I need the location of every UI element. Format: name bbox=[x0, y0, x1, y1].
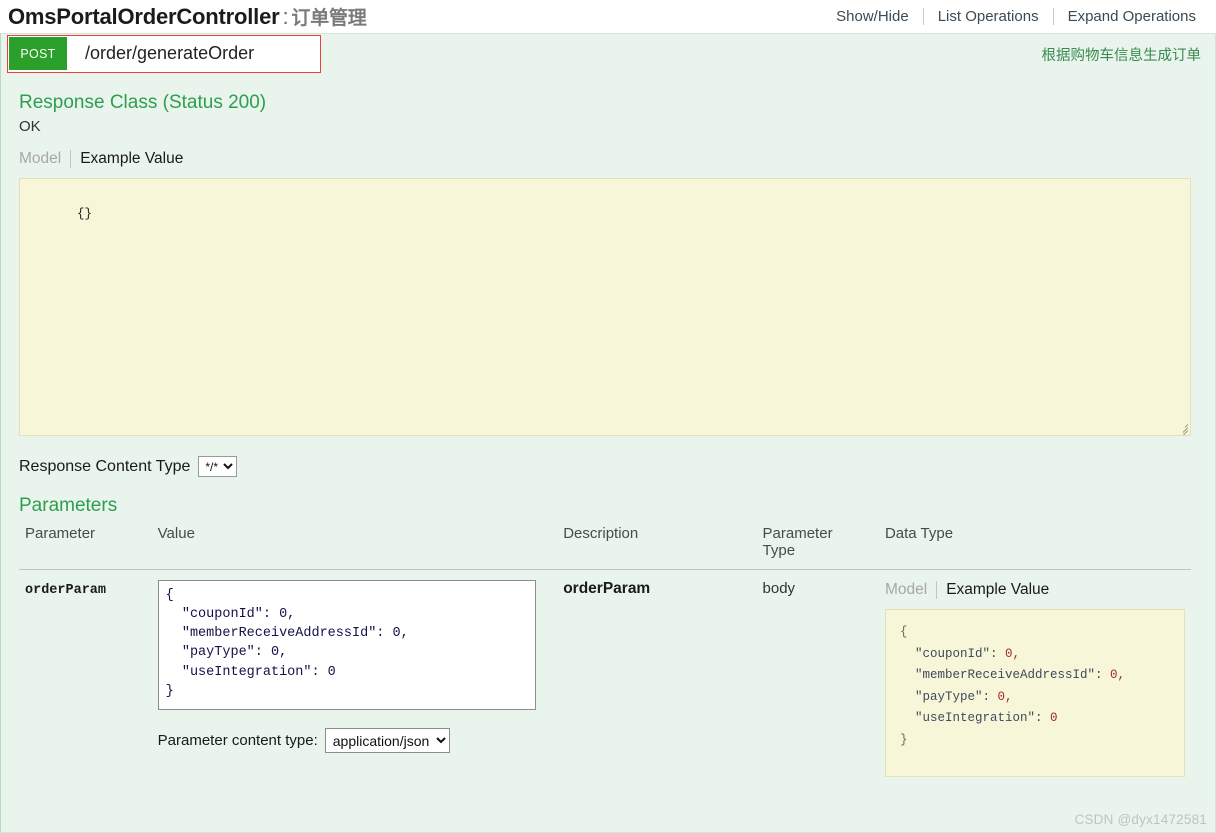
operation-content: Response Class (Status 200) OK Model Exa… bbox=[1, 92, 1215, 783]
parameters-title: Parameters bbox=[19, 495, 118, 516]
col-header-value: Value bbox=[151, 521, 558, 570]
list-operations-link[interactable]: List Operations bbox=[924, 8, 1053, 25]
table-row: orderParam Parameter content type: appli… bbox=[19, 570, 1191, 784]
example-line: "memberReceiveAddressId": 0, bbox=[900, 665, 1170, 687]
col-header-parameter-type-line2: Type bbox=[762, 542, 796, 559]
cell-parameter-description: orderParam bbox=[557, 570, 756, 784]
parameters-table: Parameter Value Description Parameter Ty… bbox=[19, 521, 1191, 783]
json-key: "memberReceiveAddressId": bbox=[899, 668, 1103, 682]
col-header-description: Description bbox=[557, 521, 757, 570]
json-punctuation: } bbox=[899, 732, 908, 747]
controller-name: OmsPortalOrderController bbox=[8, 4, 280, 29]
http-method-badge: POST bbox=[9, 37, 67, 70]
example-line: "payType": 0, bbox=[900, 687, 1170, 709]
table-header-row: Parameter Value Description Parameter Ty… bbox=[19, 521, 1191, 570]
parameter-description: orderParam bbox=[563, 580, 651, 597]
watermark: CSDN @dyx1472581 bbox=[1074, 812, 1207, 827]
json-number: 0, bbox=[997, 646, 1021, 661]
json-number: 0, bbox=[1102, 668, 1126, 682]
parameter-content-type-select[interactable]: application/json bbox=[324, 728, 450, 753]
json-number: 0 bbox=[1042, 711, 1058, 725]
show-hide-link[interactable]: Show/Hide bbox=[822, 8, 923, 25]
resource-options: Show/Hide List Operations Expand Operati… bbox=[822, 8, 1210, 25]
parameter-value-textarea[interactable] bbox=[157, 580, 536, 710]
response-example-text: {} bbox=[77, 207, 93, 221]
parameter-example-body: { "couponId": 0, "memberReceiveAddressId… bbox=[884, 609, 1185, 777]
response-status-text: OK bbox=[19, 118, 41, 135]
operation-block: POST /order/generateOrder 根据购物车信息生成订单 Re… bbox=[0, 33, 1216, 833]
endpoint-path[interactable]: /order/generateOrder bbox=[85, 37, 254, 70]
datatype-tab-example-value[interactable]: Example Value bbox=[937, 581, 1049, 599]
response-model-tabs: Model Example Value bbox=[19, 149, 1197, 169]
col-header-parameter-type: Parameter Type bbox=[756, 521, 879, 570]
col-header-parameter: Parameter bbox=[19, 521, 152, 570]
parameter-content-type-label: Parameter content type: bbox=[157, 732, 318, 749]
example-line: { bbox=[900, 622, 1170, 644]
datatype-model-tabs: Model Example Value bbox=[885, 580, 1185, 600]
parameters-table-body: orderParam Parameter content type: appli… bbox=[19, 570, 1191, 784]
example-line: } bbox=[900, 730, 1170, 752]
json-punctuation: { bbox=[899, 625, 908, 639]
response-content-type-row: Response Content Type */* bbox=[19, 456, 1197, 477]
col-header-parameter-type-line1: Parameter bbox=[762, 525, 833, 542]
col-header-data-type: Data Type bbox=[878, 521, 1191, 570]
example-line: "couponId": 0, bbox=[900, 644, 1170, 666]
json-key: "payType": bbox=[899, 689, 990, 704]
json-key: "couponId": bbox=[899, 646, 998, 661]
example-line: "useIntegration": 0 bbox=[900, 708, 1170, 730]
parameter-type: body bbox=[762, 580, 796, 597]
cell-parameter-name: orderParam bbox=[19, 570, 152, 784]
parameters-table-head: Parameter Value Description Parameter Ty… bbox=[19, 521, 1191, 570]
json-number: 0, bbox=[989, 689, 1013, 704]
title-separator: : bbox=[282, 4, 289, 29]
controller-description-cn: 订单管理 bbox=[291, 8, 367, 29]
datatype-tab-model[interactable]: Model bbox=[885, 581, 936, 599]
page-title: OmsPortalOrderController: 订单管理 bbox=[8, 3, 367, 30]
expand-operations-link[interactable]: Expand Operations bbox=[1054, 8, 1210, 25]
parameter-name: orderParam bbox=[25, 583, 107, 598]
resource-header: OmsPortalOrderController: 订单管理 Show/Hide … bbox=[0, 0, 1216, 33]
cell-parameter-value: Parameter content type: application/json bbox=[152, 570, 558, 784]
tab-model[interactable]: Model bbox=[19, 150, 70, 168]
cell-data-type: Model Example Value { "couponId": 0, "me… bbox=[879, 570, 1191, 784]
response-content-type-label: Response Content Type bbox=[19, 457, 191, 475]
json-key: "useIntegration": bbox=[899, 711, 1043, 725]
endpoint-summary: 根据购物车信息生成订单 bbox=[1041, 47, 1202, 64]
tab-example-value[interactable]: Example Value bbox=[71, 150, 183, 168]
response-example-body[interactable]: {} bbox=[19, 178, 1191, 436]
response-class-title: Response Class (Status 200) bbox=[19, 92, 267, 113]
parameter-content-type-row: Parameter content type: application/json bbox=[158, 728, 552, 753]
operation-heading[interactable]: POST /order/generateOrder 根据购物车信息生成订单 bbox=[1, 34, 1215, 74]
response-content-type-select[interactable]: */* bbox=[198, 456, 238, 477]
cell-parameter-type: body bbox=[757, 570, 879, 784]
resize-handle-icon[interactable] bbox=[1176, 421, 1189, 435]
